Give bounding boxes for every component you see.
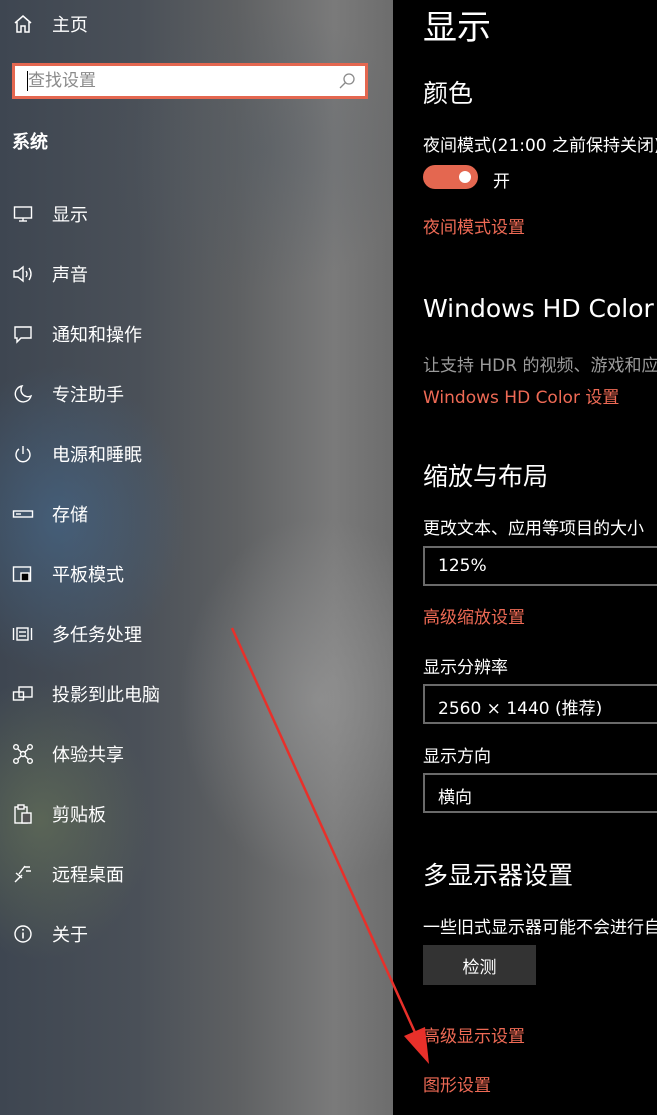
main-content: 显示 颜色 夜间模式(21:00 之前保持关闭) 开 夜间模式设置 Window… bbox=[393, 0, 657, 1115]
power-icon bbox=[12, 443, 34, 465]
settings-window: 主页 系统 显示 声音 通知和操作 bbox=[0, 0, 657, 1115]
search-field[interactable] bbox=[12, 63, 368, 99]
night-light-label: 夜间模式(21:00 之前保持关闭) bbox=[423, 136, 657, 156]
advanced-scaling-link[interactable]: 高级缩放设置 bbox=[423, 603, 525, 628]
resolution-value: 2560 × 1440 (推荐) bbox=[438, 699, 603, 719]
search-icon[interactable] bbox=[337, 71, 357, 91]
toggle-state-label: 开 bbox=[493, 172, 510, 192]
hd-color-heading: Windows HD Color bbox=[423, 294, 654, 323]
sidebar-item-label: 显示 bbox=[52, 205, 88, 226]
night-light-toggle[interactable] bbox=[423, 165, 478, 189]
sidebar-item-display[interactable]: 显示 bbox=[0, 194, 393, 234]
graphics-settings-link[interactable]: 图形设置 bbox=[423, 1071, 491, 1096]
sidebar-item-label: 电源和睡眠 bbox=[52, 445, 142, 466]
storage-icon bbox=[12, 503, 34, 525]
hd-color-description: 让支持 HDR 的视频、游戏和应 bbox=[423, 356, 657, 376]
sidebar-item-label: 关于 bbox=[52, 925, 88, 946]
toggle-knob bbox=[459, 171, 471, 183]
orientation-dropdown[interactable]: 横向 bbox=[423, 773, 657, 813]
tablet-icon bbox=[12, 563, 34, 585]
sidebar-item-remote-desktop[interactable]: 远程桌面 bbox=[0, 854, 393, 894]
sidebar-item-label: 主页 bbox=[52, 15, 88, 36]
hd-color-settings-link[interactable]: Windows HD Color 设置 bbox=[423, 383, 619, 408]
sidebar-item-focus-assist[interactable]: 专注助手 bbox=[0, 374, 393, 414]
sidebar-item-label: 专注助手 bbox=[52, 385, 124, 406]
orientation-value: 横向 bbox=[438, 788, 472, 808]
sidebar-item-label: 平板模式 bbox=[52, 565, 124, 586]
page-title: 显示 bbox=[423, 8, 491, 48]
project-icon bbox=[12, 683, 34, 705]
sidebar-item-label: 多任务处理 bbox=[52, 625, 142, 646]
night-light-settings-link[interactable]: 夜间模式设置 bbox=[423, 213, 525, 238]
moon-icon bbox=[12, 383, 34, 405]
sidebar-item-tablet-mode[interactable]: 平板模式 bbox=[0, 554, 393, 594]
remote-icon bbox=[12, 863, 34, 885]
sidebar-item-project[interactable]: 投影到此电脑 bbox=[0, 674, 393, 714]
sidebar-item-label: 远程桌面 bbox=[52, 865, 124, 886]
home-icon bbox=[12, 13, 34, 35]
monitor-icon bbox=[12, 203, 34, 225]
sidebar-item-label: 通知和操作 bbox=[52, 325, 142, 346]
sidebar-item-label: 存储 bbox=[52, 505, 88, 526]
detect-button[interactable]: 检测 bbox=[423, 945, 536, 985]
sidebar-item-storage[interactable]: 存储 bbox=[0, 494, 393, 534]
sidebar-item-notifications[interactable]: 通知和操作 bbox=[0, 314, 393, 354]
sidebar-item-label: 投影到此电脑 bbox=[52, 685, 160, 706]
multitask-icon bbox=[12, 623, 34, 645]
sidebar-item-label: 声音 bbox=[52, 265, 88, 286]
speaker-icon bbox=[12, 263, 34, 285]
search-input[interactable] bbox=[15, 66, 338, 96]
multi-display-heading: 多显示器设置 bbox=[423, 861, 574, 890]
multi-display-description: 一些旧式显示器可能不会进行自 bbox=[423, 918, 657, 938]
sidebar: 主页 系统 显示 声音 通知和操作 bbox=[0, 0, 393, 1115]
advanced-display-settings-link[interactable]: 高级显示设置 bbox=[423, 1022, 525, 1047]
sidebar-item-sound[interactable]: 声音 bbox=[0, 254, 393, 294]
info-icon bbox=[12, 923, 34, 945]
sidebar-item-label: 体验共享 bbox=[52, 745, 124, 766]
sidebar-item-shared-experiences[interactable]: 体验共享 bbox=[0, 734, 393, 774]
sidebar-item-power-sleep[interactable]: 电源和睡眠 bbox=[0, 434, 393, 474]
scale-label: 更改文本、应用等项目的大小 bbox=[423, 519, 644, 539]
scale-value: 125% bbox=[438, 556, 487, 576]
section-title: 系统 bbox=[12, 132, 48, 153]
orientation-label: 显示方向 bbox=[423, 747, 491, 767]
message-icon bbox=[12, 323, 34, 345]
sidebar-item-multitasking[interactable]: 多任务处理 bbox=[0, 614, 393, 654]
sidebar-item-about[interactable]: 关于 bbox=[0, 914, 393, 954]
scale-dropdown[interactable]: 125% bbox=[423, 546, 657, 586]
resolution-dropdown[interactable]: 2560 × 1440 (推荐) bbox=[423, 684, 657, 724]
resolution-label: 显示分辨率 bbox=[423, 658, 508, 678]
scale-layout-heading: 缩放与布局 bbox=[423, 462, 549, 491]
clipboard-icon bbox=[12, 803, 34, 825]
sidebar-item-label: 剪贴板 bbox=[52, 805, 106, 826]
share-icon bbox=[12, 743, 34, 765]
sidebar-item-home[interactable]: 主页 bbox=[0, 4, 393, 44]
sidebar-item-clipboard[interactable]: 剪贴板 bbox=[0, 794, 393, 834]
color-heading: 颜色 bbox=[423, 79, 474, 108]
